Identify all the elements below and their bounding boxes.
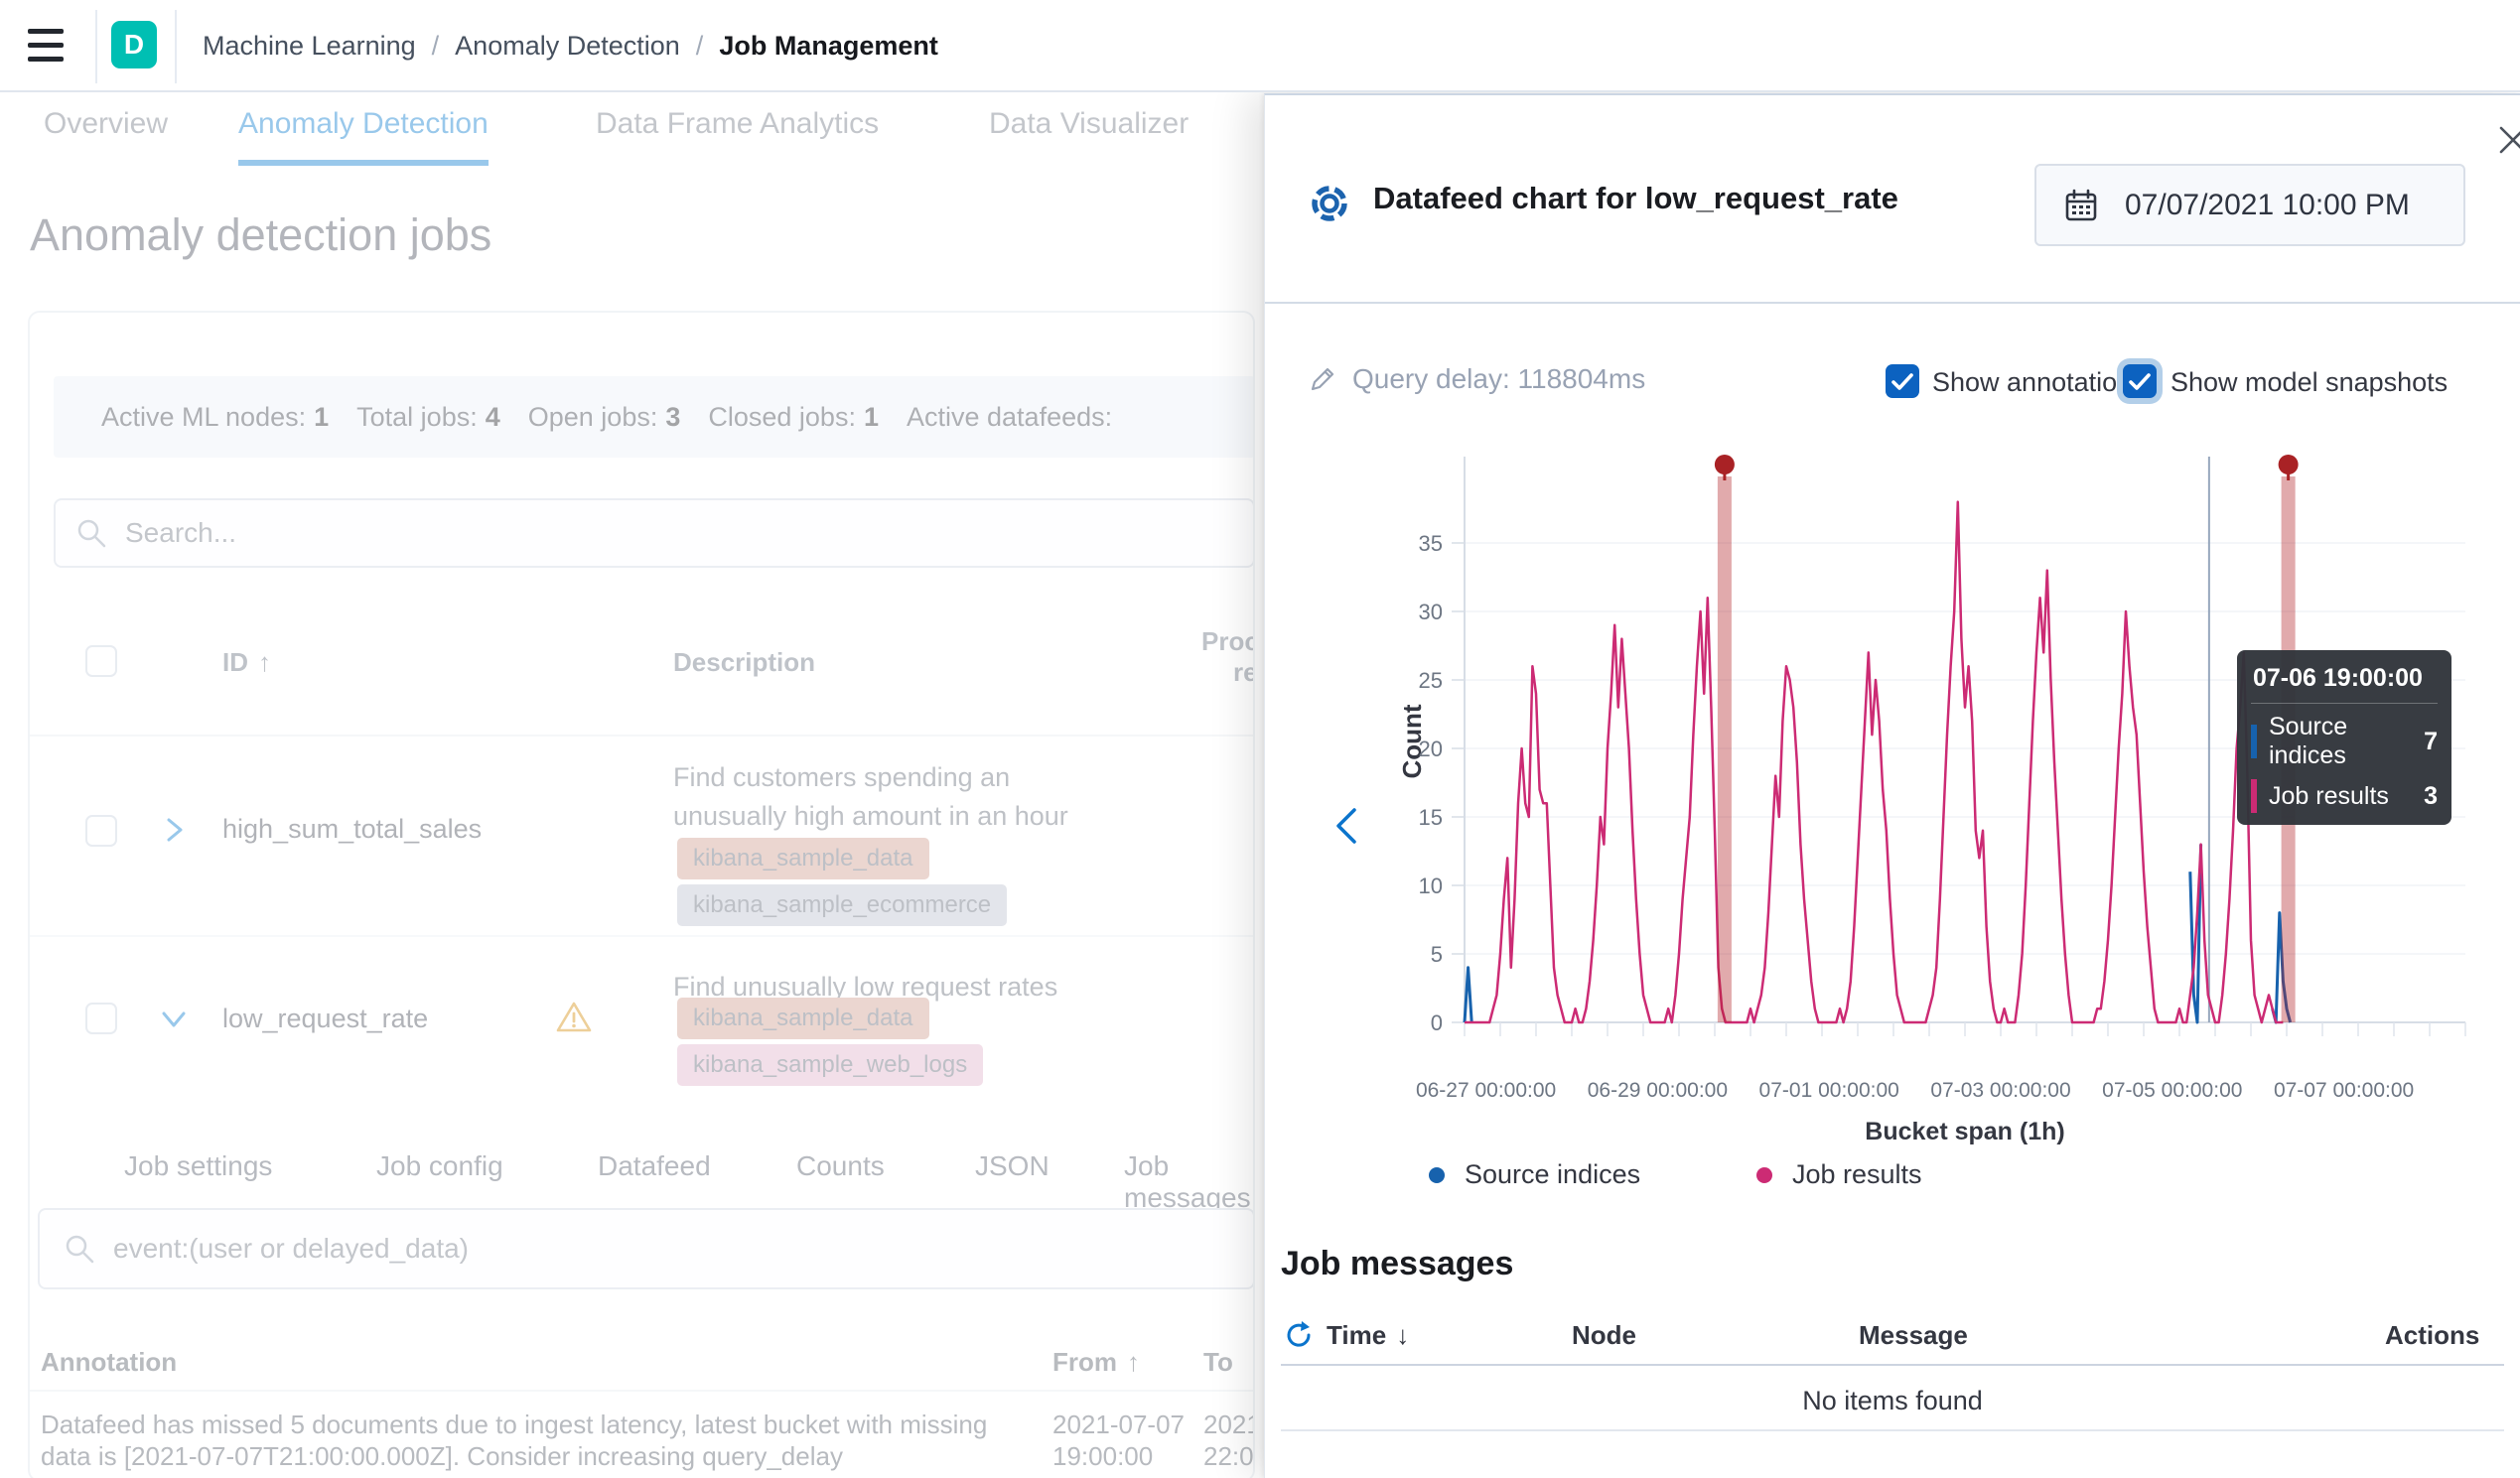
x-tick-label: 07-05 00:00:00 [2102, 1079, 2242, 1102]
query-delay-text: Query delay: 118804ms [1352, 363, 1645, 395]
sort-desc-icon: ↓ [1396, 1320, 1409, 1350]
chart-tooltip: 07-06 19:00:00 Source indices 7 Job resu… [2237, 650, 2451, 825]
table-divider [1281, 1429, 2504, 1431]
x-tick-label: 06-27 00:00:00 [1416, 1079, 1556, 1102]
y-tick-label: 15 [1419, 805, 1443, 830]
legend-dot [1756, 1167, 1772, 1183]
x-tick-label: 07-01 00:00:00 [1759, 1079, 1899, 1102]
show-annotations-label[interactable]: Show annotations [1932, 367, 2146, 398]
y-tick-label: 10 [1419, 873, 1443, 898]
annotation-marker [1715, 455, 1735, 474]
app-window: D Machine Learning / Anomaly Detection /… [0, 0, 2520, 1478]
flyout-title: Datafeed chart for low_request_rate [1373, 181, 1898, 216]
close-icon[interactable] [2493, 120, 2520, 160]
date-picker-button[interactable]: 07/07/2021 10:00 PM [2034, 164, 2465, 246]
legend-source-indices[interactable]: Source indices [1429, 1159, 1640, 1190]
header-divider [95, 10, 97, 83]
datafeed-icon [1310, 184, 1349, 223]
breadcrumb-machine-learning[interactable]: Machine Learning [203, 31, 416, 62]
query-delay[interactable]: Query delay: 118804ms [1309, 363, 1645, 395]
y-tick-label: 30 [1419, 600, 1443, 624]
tooltip-timestamp: 07-06 19:00:00 [2251, 660, 2438, 704]
chart-previous-button[interactable] [1327, 802, 1370, 850]
column-header-node[interactable]: Node [1572, 1320, 1636, 1351]
breadcrumb-separator: / [432, 31, 440, 62]
column-header-time[interactable]: Time↓ [1327, 1320, 1409, 1351]
job-messages-heading: Job messages [1281, 1245, 1513, 1283]
breadcrumb-job-management: Job Management [719, 31, 938, 62]
series-job-results [1465, 502, 2283, 1022]
breadcrumb: Machine Learning / Anomaly Detection / J… [203, 0, 938, 92]
x-tick-label: 06-29 00:00:00 [1588, 1079, 1728, 1102]
show-model-snapshots-checkbox[interactable] [2123, 364, 2157, 398]
series-swatch [2251, 779, 2257, 813]
y-tick-label: 0 [1431, 1010, 1443, 1035]
show-annotations-checkbox[interactable] [1886, 364, 1919, 398]
annotation-marker [2279, 455, 2299, 474]
datafeed-chart-flyout: Datafeed chart for low_request_rate 07/0… [1264, 93, 2520, 1478]
x-tick-label: 07-07 00:00:00 [2274, 1079, 2414, 1102]
column-header-actions: Actions [2385, 1320, 2479, 1351]
top-header: D Machine Learning / Anomaly Detection /… [0, 0, 2520, 92]
y-tick-label: 20 [1419, 737, 1443, 761]
y-tick-label: 25 [1419, 668, 1443, 693]
tooltip-row-source-indices: Source indices 7 [2251, 713, 2438, 770]
menu-icon[interactable] [28, 29, 64, 63]
x-tick-label: 07-03 00:00:00 [1930, 1079, 2070, 1102]
header-divider [175, 10, 177, 83]
show-model-snapshots-label[interactable]: Show model snapshots [2170, 367, 2448, 398]
legend-job-results[interactable]: Job results [1756, 1159, 1922, 1190]
empty-table-message: No items found [1281, 1386, 2504, 1416]
column-header-message[interactable]: Message [1859, 1320, 1968, 1351]
tooltip-row-job-results: Job results 3 [2251, 779, 2438, 813]
x-axis-title: Bucket span (1h) [1865, 1118, 2064, 1145]
space-logo[interactable]: D [111, 21, 157, 68]
y-tick-label: 35 [1419, 531, 1443, 556]
flyout-mask [0, 92, 1264, 1478]
date-picker-value: 07/07/2021 10:00 PM [2125, 189, 2410, 222]
pencil-icon [1309, 365, 1336, 393]
annotation-band [1718, 476, 1732, 1022]
legend-dot [1429, 1167, 1445, 1183]
table-divider [1281, 1364, 2504, 1366]
flyout-header-divider [1265, 302, 2520, 304]
series-source-indices [1465, 968, 1471, 1022]
breadcrumb-separator: / [696, 31, 704, 62]
calendar-icon [2063, 188, 2099, 223]
breadcrumb-anomaly-detection[interactable]: Anomaly Detection [455, 31, 680, 62]
refresh-icon[interactable] [1283, 1319, 1315, 1351]
series-swatch [2251, 725, 2257, 758]
y-tick-label: 5 [1431, 942, 1443, 967]
